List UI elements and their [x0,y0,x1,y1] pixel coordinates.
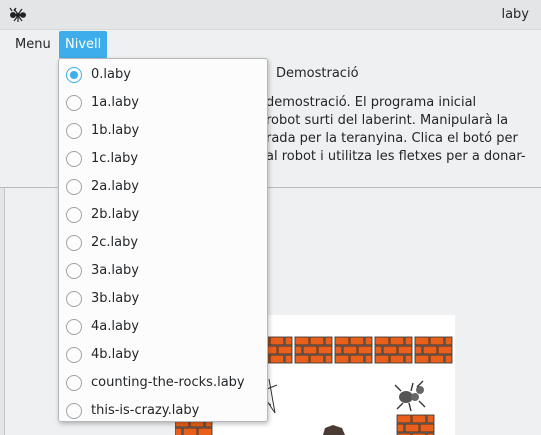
brick-wall [414,336,453,364]
side-gutter [0,188,5,435]
radio-icon[interactable] [66,179,82,195]
ant-robot-icon [394,380,426,412]
radio-icon[interactable] [66,95,82,111]
level-option-label: 2b.laby [91,207,140,222]
menu-nivell[interactable]: Nivell [59,31,108,58]
level-option[interactable]: 2c.laby [59,229,267,257]
level-option-label: 4b.laby [91,347,140,362]
level-option-label: 1b.laby [91,123,140,138]
level-option[interactable]: 3b.laby [59,285,267,313]
level-option[interactable]: 4b.laby [59,341,267,369]
radio-icon[interactable] [66,347,82,363]
menu-menu[interactable]: Menu [9,31,57,58]
radio-icon[interactable] [66,403,82,419]
level-option[interactable]: 2b.laby [59,201,267,229]
level-option-label: 3b.laby [91,291,140,306]
radio-icon[interactable] [66,235,82,251]
level-option[interactable]: 3a.laby [59,257,267,285]
level-option-label: this-is-crazy.laby [91,403,200,418]
level-option-label: 2c.laby [91,235,139,250]
level-description: demostració. El programa inicial robot s… [266,95,526,164]
level-option-label: 1c.laby [91,151,139,166]
level-option[interactable]: this-is-crazy.laby [59,397,267,425]
level-option[interactable]: 1b.laby [59,117,267,145]
brick-wall [294,336,333,364]
level-option[interactable]: 1c.laby [59,145,267,173]
radio-icon[interactable] [66,319,82,335]
level-option-label: 4a.laby [91,319,139,334]
level-option[interactable]: 4a.laby [59,313,267,341]
level-option[interactable]: 0.laby [59,61,267,89]
radio-icon[interactable] [66,263,82,279]
radio-icon[interactable] [66,151,82,167]
radio-selected-icon[interactable] [66,67,82,83]
radio-icon[interactable] [66,291,82,307]
level-option-label: 0.laby [91,67,131,82]
brick-wall [334,336,373,364]
radio-icon[interactable] [66,123,82,139]
level-option-label: 2a.laby [91,179,139,194]
level-option-label: 1a.laby [91,95,139,110]
brick-wall [374,336,413,364]
level-option-label: counting-the-rocks.laby [91,375,245,390]
ant-icon [9,7,26,22]
radio-icon[interactable] [66,207,82,223]
level-option-label: 3a.laby [91,263,139,278]
menubar: Menu Nivell [0,31,541,58]
brick-wall [396,414,435,435]
rock-icon [323,425,345,435]
window-titlebar: laby [0,0,541,30]
level-option[interactable]: 1a.laby [59,89,267,117]
radio-icon[interactable] [66,375,82,391]
level-heading: Demostració [276,66,359,81]
level-dropdown-menu: 0.laby 1a.laby 1b.laby 1c.laby 2a.laby 2b.lab… [58,58,268,422]
window-title: laby [501,7,529,22]
level-option[interactable]: counting-the-rocks.laby [59,369,267,397]
level-option[interactable]: 2a.laby [59,173,267,201]
